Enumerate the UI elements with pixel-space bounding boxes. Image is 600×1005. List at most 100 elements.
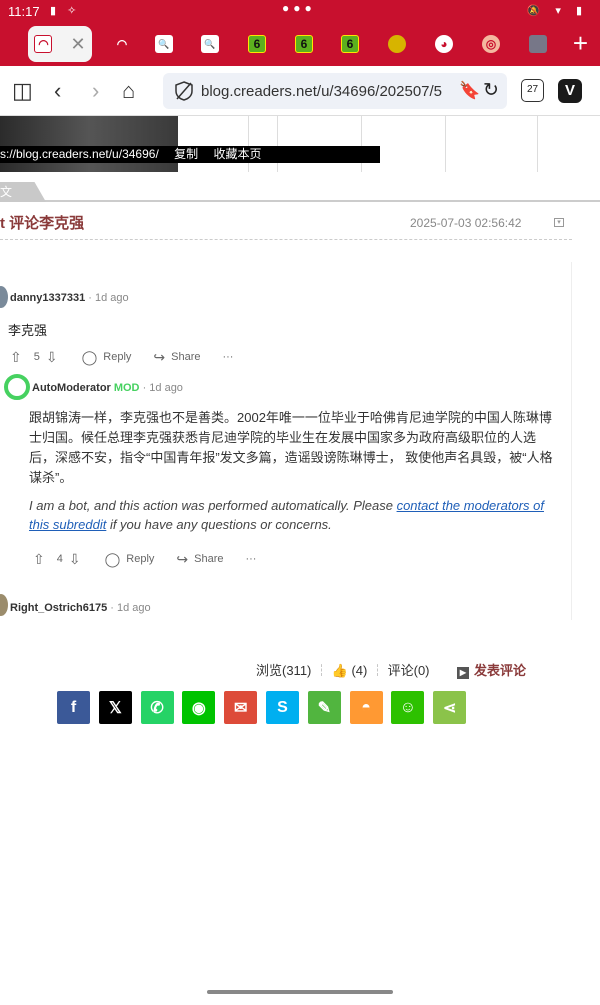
generic-share-button[interactable]: ⋖ — [433, 691, 467, 724]
header-image — [0, 116, 178, 172]
post-title-row: t 评论李克强 2025-07-03 02:56:42 ▾ — [0, 210, 572, 240]
write-comment-button[interactable]: ▶ 发表评论 — [457, 660, 526, 679]
comment-time: · 1d ago — [110, 602, 151, 614]
bot-disclaimer-text: I am a bot, and this action was performe… — [29, 498, 397, 513]
tab-favicon — [529, 35, 547, 53]
header-grid — [248, 116, 600, 172]
wechat-share-button[interactable]: ☺ — [391, 691, 425, 724]
panel-toggle-icon[interactable]: ◫ — [12, 78, 33, 104]
weibo-share-button[interactable]: ◓ — [349, 691, 383, 724]
upvote-icon[interactable]: ⇧ — [33, 551, 45, 568]
tab-strip: ◠ ✕ ◠ 🔍 🔍 6 6 6 ◕ ◎ + — [0, 24, 600, 66]
tab-favicon: 6 — [295, 35, 313, 53]
tab-favicon: 🔍 — [201, 35, 219, 53]
bookmark-icon[interactable]: 🔖 — [459, 81, 480, 101]
avatar[interactable] — [0, 286, 8, 308]
url-text[interactable]: blog.creaders.net/u/34696/202507/5 — [201, 83, 449, 100]
vivaldi-menu-icon[interactable]: V — [558, 79, 582, 103]
skype-icon: S — [277, 698, 288, 716]
more-options-button[interactable]: ··· — [222, 351, 233, 363]
back-icon[interactable]: ‹ — [54, 78, 61, 104]
upvote-icon[interactable]: ⇧ — [10, 349, 22, 366]
reply-button[interactable]: ◯ Reply — [82, 349, 132, 366]
whatsapp-icon: ✆ — [150, 699, 164, 717]
avatar[interactable] — [0, 594, 8, 616]
views-count: 浏览(311) — [256, 663, 312, 678]
close-tab-icon[interactable]: ✕ — [70, 34, 85, 55]
notification-icons: ▮ ✧ — [50, 5, 81, 17]
tab[interactable] — [506, 26, 570, 62]
section-label: 文 — [0, 182, 46, 202]
avatar[interactable] — [4, 374, 30, 400]
share-label: Share — [194, 553, 224, 565]
overflow-dots-icon[interactable]: ●●● — [282, 1, 316, 15]
comment-author-name[interactable]: danny1337331 — [10, 292, 85, 304]
downvote-icon[interactable]: ⇩ — [46, 349, 58, 366]
weibo-icon: ◓ — [361, 698, 371, 716]
bot-disclaimer-end: if you have any questions or concerns. — [106, 517, 332, 532]
separator: ┆ — [315, 663, 329, 678]
tab-count-button[interactable]: 27 — [521, 79, 544, 102]
tab-favicon: 🔍 — [155, 35, 173, 53]
share-button[interactable]: ↪ Share — [176, 551, 223, 568]
arrow-icon: ▶ — [457, 667, 469, 679]
like-icon[interactable]: 👍 — [332, 663, 348, 678]
url-strip: s://blog.creaders.net/u/34696/ 复制 收藏本页 — [0, 146, 380, 163]
likes-count: (4) — [351, 663, 368, 678]
comment-time: · 1d ago — [142, 382, 183, 394]
url-field[interactable]: blog.creaders.net/u/34696/202507/5 🔖 ↻ — [163, 73, 507, 109]
post-date: 2025-07-03 02:56:42 — [410, 216, 522, 230]
embedded-reddit-thread: danny1337331 · 1d ago 李克强 ⇧ 5 ⇩ ◯ Reply ↪… — [0, 262, 572, 620]
home-indicator[interactable] — [207, 990, 393, 994]
tab-favicon: ◠ — [116, 37, 128, 51]
email-icon: ✉ — [233, 699, 248, 717]
reply-icon: ◯ — [104, 550, 121, 567]
bookmark-page-link[interactable]: 收藏本页 — [213, 147, 261, 161]
facebook-share-button[interactable]: f — [57, 691, 90, 724]
tab-favicon: ◕ — [435, 35, 453, 53]
comment-actions: ⇧ 5 ⇩ ◯ Reply ↪ Share ··· — [10, 348, 255, 366]
post-title[interactable]: t 评论李克强 — [0, 212, 84, 233]
comment-actions: ⇧ 4 ⇩ ◯ Reply ↪ Share ··· — [33, 550, 278, 568]
status-time: 11:17 — [8, 4, 40, 19]
downvote-icon[interactable]: ⇩ — [69, 551, 81, 568]
more-options-button[interactable]: ··· — [245, 553, 256, 565]
comment-body: 李克强 — [8, 323, 48, 338]
email-share-button[interactable]: ✉ — [224, 691, 258, 724]
comment-author-name[interactable]: AutoModerator — [32, 382, 111, 394]
comment-author[interactable]: AutoModerator MOD · 1d ago — [32, 382, 183, 394]
reply-button[interactable]: ◯ Reply — [105, 551, 155, 568]
share-button[interactable]: ↪ Share — [153, 349, 200, 366]
post-options-icon[interactable]: ▾ — [554, 218, 564, 227]
home-icon[interactable]: ⌂ — [122, 78, 135, 104]
write-comment-label: 发表评论 — [474, 663, 527, 678]
line-share-button[interactable]: ◉ — [182, 691, 216, 724]
address-bar: ◫ ‹ › ⌂ blog.creaders.net/u/34696/202507… — [0, 66, 600, 116]
copy-link[interactable]: 复制 — [174, 147, 198, 161]
line-icon: ◉ — [191, 699, 206, 717]
x-share-button[interactable]: 𝕏 — [98, 691, 132, 724]
comment-author-name[interactable]: Right_Ostrich6175 — [10, 602, 107, 614]
forward-icon[interactable]: › — [92, 78, 99, 104]
wechat-icon: ☺ — [399, 698, 417, 716]
bot-disclaimer: I am a bot, and this action was performe… — [29, 496, 553, 534]
page-content: s://blog.creaders.net/u/34696/ 复制 收藏本页 文… — [0, 116, 600, 1005]
vote-count: 4 — [56, 553, 63, 565]
add-tab-icon[interactable]: + — [573, 30, 588, 56]
page-url: s://blog.creaders.net/u/34696/ — [0, 147, 159, 161]
skype-share-button[interactable]: S — [265, 691, 299, 724]
comment-author[interactable]: Right_Ostrich6175 · 1d ago — [10, 602, 151, 614]
tab-favicon — [388, 35, 406, 53]
tab-active[interactable]: ◠ ✕ — [28, 26, 92, 62]
share-label: Share — [171, 351, 201, 363]
share-icon: ↪ — [176, 550, 189, 567]
shield-icon[interactable] — [175, 81, 193, 101]
system-icons: 🔕 ▾ ▮ — [526, 5, 588, 17]
reload-icon[interactable]: ↻ — [483, 79, 499, 102]
whatsapp-share-button[interactable]: ✆ — [140, 691, 174, 724]
reply-label: Reply — [126, 553, 155, 565]
share-icon: ⋖ — [442, 699, 457, 717]
comments-count[interactable]: 评论(0) — [388, 663, 430, 678]
evernote-share-button[interactable]: ✎ — [307, 691, 341, 724]
comment-author[interactable]: danny1337331 · 1d ago — [10, 292, 129, 304]
